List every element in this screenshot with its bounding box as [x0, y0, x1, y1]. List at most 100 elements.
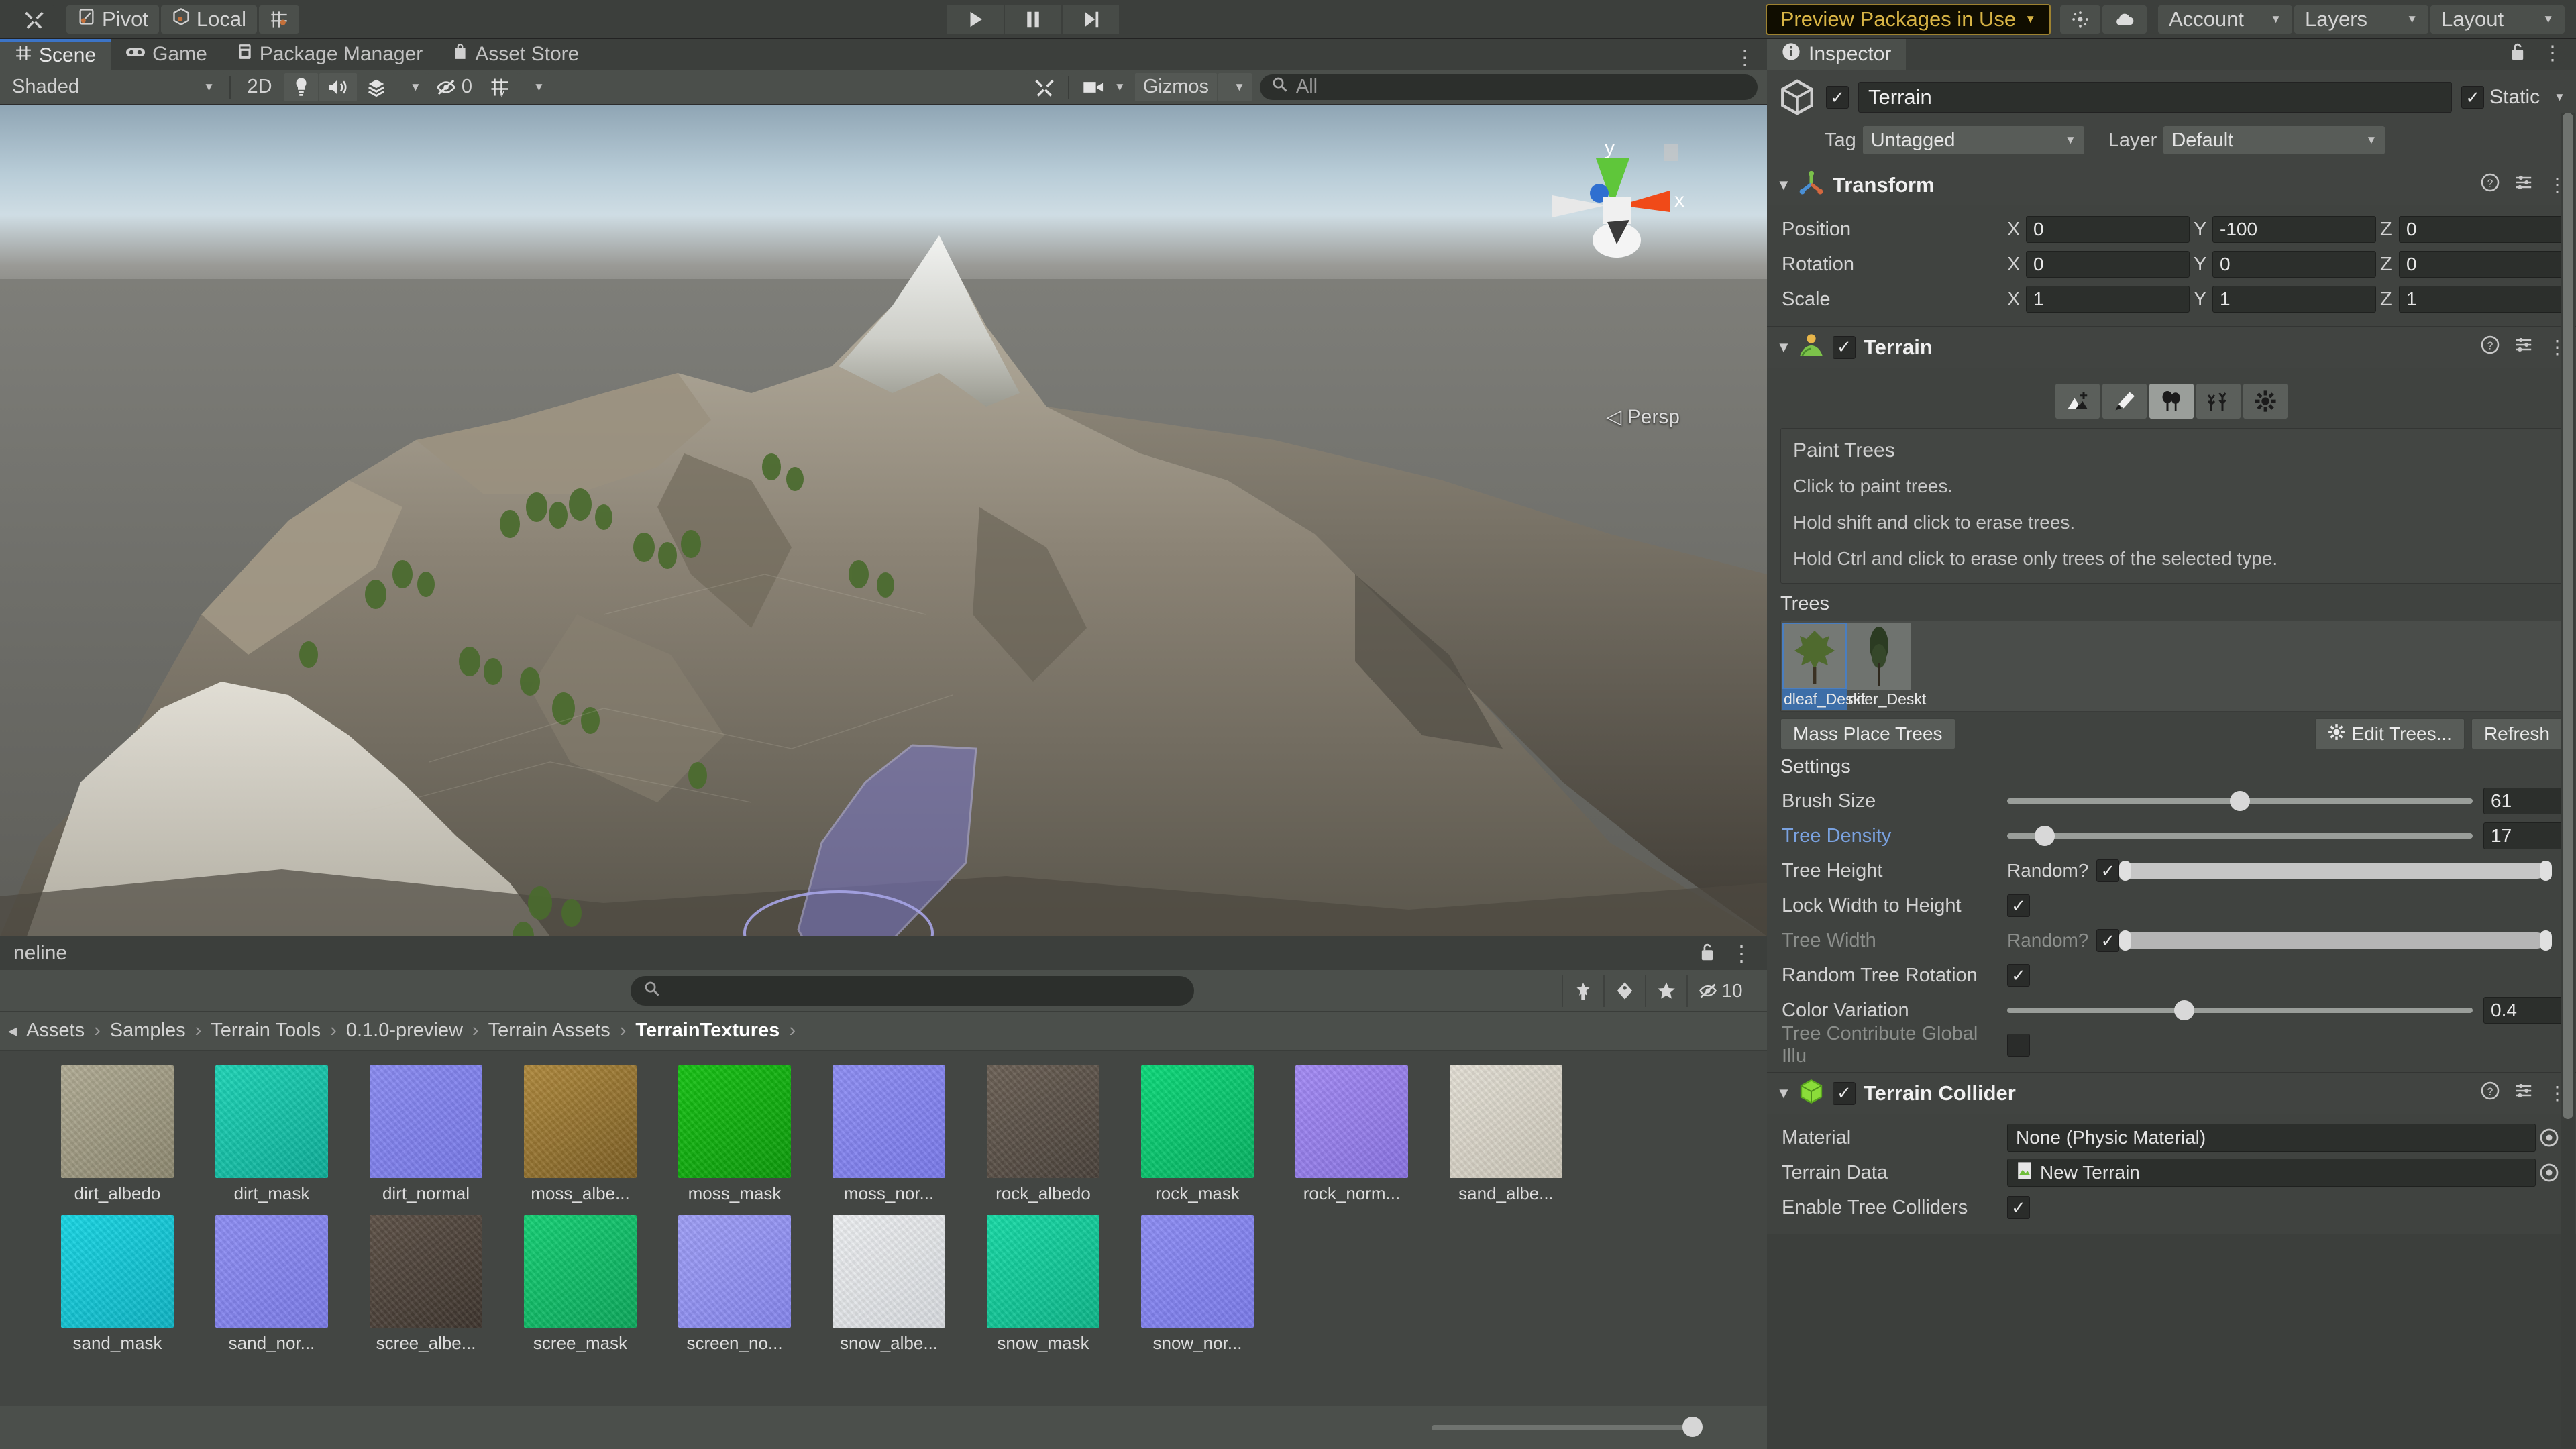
- asset-item[interactable]: scree_mask: [503, 1215, 657, 1354]
- account-menu[interactable]: Account ▼: [2158, 5, 2293, 34]
- gameobject-name-field[interactable]: Terrain: [1858, 82, 2453, 113]
- random-tree-rotation-checkbox[interactable]: ✓: [2007, 964, 2030, 987]
- grid-snap-icon[interactable]: [259, 5, 300, 34]
- rotation-z-field[interactable]: 0: [2399, 251, 2563, 278]
- tag-dropdown[interactable]: Untagged ▼: [1862, 126, 2084, 154]
- position-x-field[interactable]: 0: [2026, 216, 2190, 243]
- scale-x-field[interactable]: 1: [2026, 286, 2190, 313]
- asset-item[interactable]: snow_nor...: [1120, 1215, 1275, 1354]
- brush-size-slider[interactable]: [2007, 791, 2473, 811]
- layout-menu[interactable]: Layout ▼: [2430, 5, 2565, 34]
- breadcrumb-back-icon[interactable]: ◂: [8, 1020, 22, 1041]
- favorite-star-icon[interactable]: [1645, 974, 1686, 1007]
- kebab-icon[interactable]: ⋮: [2542, 42, 2563, 67]
- tree-height-minmax-slider[interactable]: [2119, 859, 2555, 883]
- asset-item[interactable]: rock_albedo: [966, 1065, 1120, 1204]
- projection-mode-label[interactable]: ◁ Persp: [1606, 405, 1680, 429]
- create-neighbor-terrains-icon[interactable]: [2055, 384, 2100, 419]
- scene-viewport[interactable]: y x ◁ Persp: [0, 105, 1767, 936]
- tree-palette[interactable]: dleaf_Deskt nifer_Deskt: [1780, 621, 2563, 712]
- camera-icon[interactable]: ▼: [1074, 72, 1134, 101]
- position-z-field[interactable]: 0: [2399, 216, 2563, 243]
- paint-terrain-icon[interactable]: [2102, 384, 2147, 419]
- breadcrumb-item-version[interactable]: 0.1.0-preview: [342, 1020, 467, 1042]
- scale-y-field[interactable]: 1: [2212, 286, 2376, 313]
- inspector-scrollbar[interactable]: [2561, 113, 2575, 1448]
- gizmos-dropdown[interactable]: ▼: [1218, 72, 1252, 101]
- enable-tree-colliders-checkbox[interactable]: ✓: [2007, 1196, 2030, 1219]
- asset-item[interactable]: sand_nor...: [195, 1215, 349, 1354]
- asset-item[interactable]: moss_mask: [657, 1065, 812, 1204]
- paint-trees-icon[interactable]: [2149, 384, 2194, 419]
- hidden-assets-count[interactable]: 10: [1686, 974, 1754, 1007]
- lock-icon[interactable]: [1699, 942, 1716, 965]
- tree-density-value[interactable]: 17: [2483, 822, 2563, 849]
- preview-packages-button[interactable]: Preview Packages in Use ▼: [1765, 3, 2051, 35]
- chevron-down-icon[interactable]: ▼: [2554, 91, 2565, 104]
- terrain-data-object-field[interactable]: New Terrain: [2007, 1159, 2536, 1187]
- asset-item[interactable]: snow_albe...: [812, 1215, 966, 1354]
- scene-tabbar-menu[interactable]: ⋮: [1723, 46, 1767, 70]
- speaker-icon[interactable]: [319, 72, 357, 101]
- lightbulb-icon[interactable]: [284, 72, 318, 101]
- rotation-y-field[interactable]: 0: [2212, 251, 2376, 278]
- effects-icon[interactable]: [358, 72, 394, 101]
- terrain-enabled-checkbox[interactable]: ✓: [1833, 335, 1856, 359]
- asset-item[interactable]: scree_albe...: [349, 1215, 503, 1354]
- asset-item[interactable]: snow_mask: [966, 1215, 1120, 1354]
- effects-dropdown[interactable]: ▼: [396, 72, 427, 101]
- tab-timeline[interactable]: neline: [0, 936, 80, 970]
- scale-z-field[interactable]: 1: [2399, 286, 2563, 313]
- breadcrumb-item-terrain-assets[interactable]: Terrain Assets: [484, 1020, 614, 1042]
- kebab-icon[interactable]: ⋮: [1731, 941, 1752, 966]
- help-icon[interactable]: ?: [2481, 173, 2500, 197]
- asset-item[interactable]: sand_albe...: [1429, 1065, 1583, 1204]
- asset-item[interactable]: dirt_normal: [349, 1065, 503, 1204]
- terrain-settings-icon[interactable]: [2243, 384, 2288, 419]
- breadcrumb-item-samples[interactable]: Samples: [106, 1020, 190, 1042]
- preset-icon[interactable]: [2514, 335, 2533, 359]
- breadcrumb-item-terrain-textures[interactable]: TerrainTextures: [631, 1020, 784, 1042]
- step-button[interactable]: [1063, 4, 1120, 34]
- terrain-collider-component-header[interactable]: ▼ ✓ Terrain Collider ? ⋮: [1767, 1072, 2576, 1114]
- material-object-field[interactable]: None (Physic Material): [2007, 1124, 2536, 1152]
- slider-knob[interactable]: [2174, 1000, 2194, 1020]
- rotation-x-field[interactable]: 0: [2026, 251, 2190, 278]
- lock-width-to-height-checkbox[interactable]: ✓: [2007, 894, 2030, 917]
- scene-orientation-gizmo[interactable]: y x: [1532, 131, 1693, 286]
- tools-icon[interactable]: [13, 5, 55, 34]
- asset-item[interactable]: moss_albe...: [503, 1065, 657, 1204]
- gameobject-enabled-checkbox[interactable]: ✓: [1826, 86, 1849, 109]
- terrain-component-header[interactable]: ▼ ✓ Terrain ? ⋮: [1767, 326, 2576, 368]
- draw-mode-dropdown[interactable]: Shaded ▼: [3, 72, 224, 101]
- layers-menu[interactable]: Layers ▼: [2294, 5, 2429, 34]
- label-icon[interactable]: [1603, 974, 1645, 1007]
- pivot-toggle[interactable]: Pivot: [66, 5, 159, 34]
- tree-item-conifer[interactable]: nifer_Deskt: [1847, 623, 1926, 710]
- asset-item[interactable]: rock_norm...: [1275, 1065, 1429, 1204]
- pause-button[interactable]: [1005, 4, 1062, 34]
- layer-dropdown[interactable]: Default ▼: [2163, 126, 2385, 154]
- position-y-field[interactable]: -100: [2212, 216, 2376, 243]
- minmax-max-handle[interactable]: [2540, 861, 2552, 881]
- color-variation-slider[interactable]: [2007, 1000, 2473, 1020]
- asset-item[interactable]: sand_mask: [40, 1215, 195, 1354]
- color-variation-value[interactable]: 0.4: [2483, 997, 2563, 1024]
- preset-icon[interactable]: [2514, 1081, 2533, 1105]
- asset-item[interactable]: rock_mask: [1120, 1065, 1275, 1204]
- asset-item[interactable]: moss_nor...: [812, 1065, 966, 1204]
- grid-visibility-icon[interactable]: y: [481, 72, 518, 101]
- breadcrumb-item-terrain-tools[interactable]: Terrain Tools: [207, 1020, 325, 1042]
- minmax-min-handle[interactable]: [2119, 861, 2132, 881]
- hidden-objects-toggle[interactable]: 0: [427, 72, 480, 101]
- tree-item-broadleaf[interactable]: dleaf_Deskt: [1782, 623, 1865, 710]
- tree-density-slider[interactable]: [2007, 826, 2473, 846]
- scrollbar-thumb[interactable]: [2563, 113, 2573, 1119]
- asset-item[interactable]: screen_no...: [657, 1215, 812, 1354]
- tab-package-manager[interactable]: Package Manager: [222, 39, 438, 70]
- play-button[interactable]: [947, 4, 1004, 34]
- asset-item[interactable]: dirt_mask: [195, 1065, 349, 1204]
- tree-height-random-checkbox[interactable]: ✓: [2096, 859, 2120, 882]
- cloud-icon[interactable]: [2102, 5, 2147, 34]
- save-search-icon[interactable]: [1562, 974, 1603, 1007]
